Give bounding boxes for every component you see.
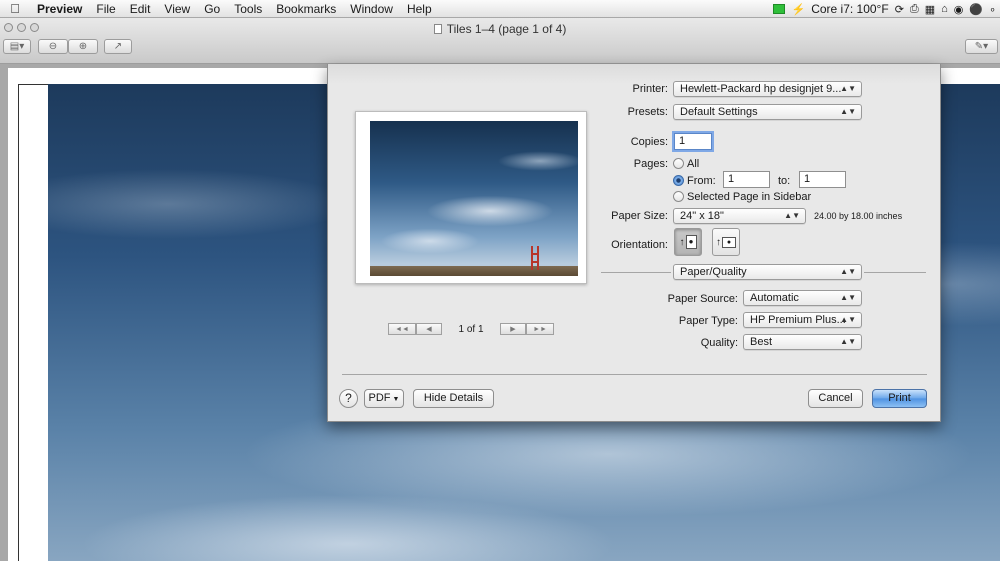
sidebar-view-button[interactable]: ▤▾ xyxy=(3,39,31,54)
first-page-button[interactable]: ◄◄ xyxy=(388,323,416,335)
last-page-button[interactable]: ►► xyxy=(526,323,554,335)
section-popup[interactable]: Paper/Quality ▲▼ xyxy=(673,264,862,280)
pages-to-field[interactable]: 1 xyxy=(799,171,846,188)
pages-from-label: From: xyxy=(687,175,716,187)
printer-label: Printer: xyxy=(632,83,668,95)
landscape-page-icon: ● xyxy=(722,236,736,248)
zoom-in-button[interactable]: ⊕ xyxy=(68,39,98,54)
section-divider-left xyxy=(601,272,671,273)
paper-size-popup[interactable]: 24" x 18" ▲▼ xyxy=(673,208,806,224)
page-edge xyxy=(18,84,48,561)
paper-size-label: Paper Size: xyxy=(611,210,668,222)
previous-page-button[interactable]: ◀ xyxy=(416,323,442,335)
orientation-label: Orientation: xyxy=(611,239,668,251)
preview-ground xyxy=(370,266,578,276)
menu-bookmarks[interactable]: Bookmarks xyxy=(269,2,343,16)
popup-arrows-icon: ▲▼ xyxy=(840,107,856,116)
next-page-button[interactable]: ▶ xyxy=(500,323,526,335)
print-dialog: ◄◄ ◀ 1 of 1 ▶ ►► Printer: Hewlett-Packar… xyxy=(327,64,941,422)
menu-view[interactable]: View xyxy=(157,2,197,16)
pages-selected-radio[interactable] xyxy=(673,191,684,202)
page-count-label: 1 of 1 xyxy=(458,323,484,335)
paper-type-label: Paper Type: xyxy=(678,315,738,327)
window-title-text: Tiles 1–4 (page 1 of 4) xyxy=(446,22,567,36)
section-value: Paper/Quality xyxy=(680,266,747,278)
menu-edit[interactable]: Edit xyxy=(123,2,158,16)
printer-value: Hewlett-Packard hp designjet 9... xyxy=(680,83,842,95)
apple-menu-icon[interactable]:  xyxy=(0,1,30,16)
pdf-menu-button[interactable]: PDF ▼ xyxy=(364,389,404,408)
annotate-button[interactable]: ✎▾ xyxy=(965,39,998,54)
paper-size-description: 24.00 by 18.00 inches xyxy=(814,211,903,221)
menu-window[interactable]: Window xyxy=(343,2,400,16)
up-arrow-icon: ↑ xyxy=(716,236,721,248)
menu-app-name[interactable]: Preview xyxy=(30,2,89,16)
hide-details-button[interactable]: Hide Details xyxy=(413,389,494,408)
popup-arrows-icon: ▲▼ xyxy=(840,337,856,346)
popup-arrows-icon: ▲▼ xyxy=(840,84,856,93)
temperature-status[interactable]: Core i7: 100°F xyxy=(811,2,889,16)
paper-source-label: Paper Source: xyxy=(667,293,738,305)
chevron-down-icon: ▼ xyxy=(392,396,400,403)
share-button[interactable]: ↗ xyxy=(104,39,132,54)
portrait-page-icon: ● xyxy=(685,235,697,249)
menu-go[interactable]: Go xyxy=(197,2,227,16)
menu-help[interactable]: Help xyxy=(400,2,439,16)
circle-icon[interactable]: ◉ xyxy=(954,3,964,16)
section-divider-right xyxy=(864,272,926,273)
battery-icon[interactable] xyxy=(773,4,786,14)
menu-file[interactable]: File xyxy=(89,2,122,16)
popup-arrows-icon: ▲▼ xyxy=(840,315,856,324)
pages-all-label: All xyxy=(687,158,700,170)
pages-from-field[interactable]: 1 xyxy=(723,171,770,188)
presets-value: Default Settings xyxy=(680,106,758,118)
copies-field[interactable]: 1 xyxy=(674,133,712,150)
bridge-tower xyxy=(531,246,539,270)
print-preview xyxy=(355,111,587,284)
menu-tools[interactable]: Tools xyxy=(227,2,269,16)
pages-label: Pages: xyxy=(633,158,668,170)
popup-arrows-icon: ▲▼ xyxy=(784,211,800,220)
landscape-orientation-button[interactable]: ↑ ● xyxy=(712,228,740,256)
menu-bar:  Preview File Edit View Go Tools Bookma… xyxy=(0,0,1000,18)
paper-source-popup[interactable]: Automatic ▲▼ xyxy=(743,290,862,306)
cancel-button[interactable]: Cancel xyxy=(808,389,863,408)
thermometer-icon[interactable]: ⚫ xyxy=(969,3,983,16)
home-icon[interactable]: ⌂ xyxy=(941,3,948,15)
help-button[interactable]: ? xyxy=(339,389,358,408)
window-titlebar: Tiles 1–4 (page 1 of 4) ▤▾ ⊖ ⊕ ↗ ✎▾ xyxy=(0,18,1000,64)
sync-icon[interactable]: ⟳ xyxy=(895,3,904,16)
bluetooth-icon[interactable]: ∘ xyxy=(989,3,996,16)
up-arrow-icon: ↑ xyxy=(679,236,685,248)
activity-icon[interactable]: ▦ xyxy=(925,3,935,16)
printer-icon[interactable]: ⎙ xyxy=(910,3,919,16)
portrait-orientation-button[interactable]: ↑ ● xyxy=(674,228,702,256)
paper-type-popup[interactable]: HP Premium Plus... ▲▼ xyxy=(743,312,862,328)
popup-arrows-icon: ▲▼ xyxy=(840,293,856,302)
presets-label: Presets: xyxy=(627,106,668,118)
window-title: Tiles 1–4 (page 1 of 4) xyxy=(0,22,1000,36)
popup-arrows-icon: ▲▼ xyxy=(840,267,856,276)
status-area: ⚡ Core i7: 100°F ⟳ ⎙ ▦ ⌂ ◉ ⚫ ∘ xyxy=(773,0,996,18)
printer-popup[interactable]: Hewlett-Packard hp designjet 9... ▲▼ xyxy=(673,81,862,97)
pdf-button-label: PDF xyxy=(368,392,391,404)
copies-label: Copies: xyxy=(630,136,668,148)
pages-selected-label: Selected Page in Sidebar xyxy=(687,191,812,203)
bottom-divider xyxy=(342,374,927,375)
pages-all-radio[interactable] xyxy=(673,158,684,169)
presets-popup[interactable]: Default Settings ▲▼ xyxy=(673,104,862,120)
preview-pager: ◄◄ ◀ 1 of 1 ▶ ►► xyxy=(388,323,554,335)
print-button[interactable]: Print xyxy=(872,389,927,408)
preview-photo xyxy=(370,121,578,276)
pages-from-radio[interactable] xyxy=(673,175,684,186)
zoom-out-button[interactable]: ⊖ xyxy=(38,39,68,54)
quality-label: Quality: xyxy=(700,337,738,349)
quality-popup[interactable]: Best ▲▼ xyxy=(743,334,862,350)
document-icon xyxy=(433,24,442,34)
lightning-icon[interactable]: ⚡ xyxy=(791,3,805,16)
pages-to-label: to: xyxy=(778,175,791,187)
